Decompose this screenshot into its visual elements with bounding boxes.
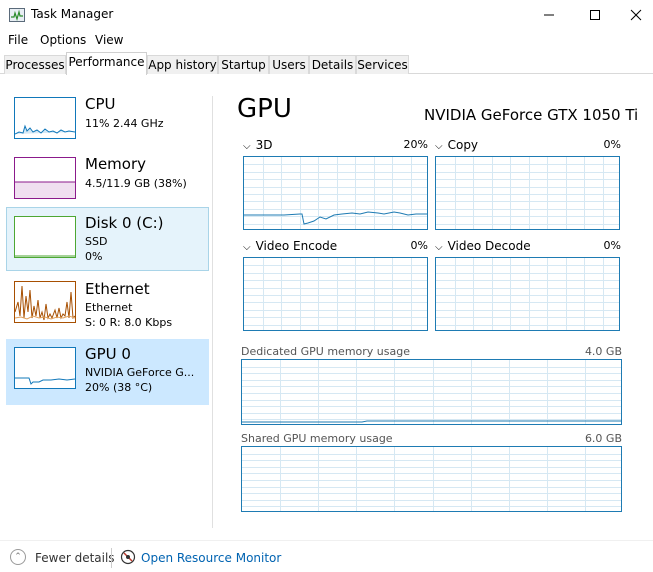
ethernet-mini-graph bbox=[14, 285, 76, 321]
graph-video-decode bbox=[435, 257, 620, 331]
tab-performance[interactable]: Performance bbox=[66, 52, 147, 75]
graph-video-decode-grid bbox=[436, 258, 619, 330]
menu-file[interactable]: File bbox=[8, 33, 28, 47]
sidebar-item-detail: 20% (38 °C) bbox=[85, 381, 153, 394]
engine-percent: 0% bbox=[603, 239, 621, 252]
engine-selector-3d[interactable]: ⌵ 3D bbox=[243, 138, 272, 152]
graph-3d-grid bbox=[244, 157, 427, 229]
engine-selector-copy[interactable]: ⌵ Copy bbox=[435, 138, 478, 152]
chevron-down-icon: ⌵ bbox=[435, 242, 443, 253]
engine-percent: 20% bbox=[403, 138, 428, 151]
minimize-button[interactable] bbox=[526, 0, 572, 30]
graph-shared-memory-grid bbox=[242, 447, 621, 511]
sidebar-item-detail: 4.5/11.9 GB (38%) bbox=[85, 177, 187, 190]
memory-thumbnail bbox=[14, 157, 76, 199]
resource-sidebar: CPU 11% 2.44 GHz Memory 4.5/11.9 GB (38%… bbox=[0, 88, 212, 528]
footer-separator bbox=[111, 548, 112, 568]
memory-usage-line bbox=[242, 420, 621, 423]
graph-3d bbox=[243, 156, 428, 230]
graph-copy bbox=[435, 156, 620, 230]
sidebar-item-detail: Ethernet bbox=[85, 301, 133, 314]
sidebar-item-title: Disk 0 (C:) bbox=[85, 214, 164, 232]
maximize-button[interactable] bbox=[572, 0, 618, 30]
gpu-mini-graph bbox=[15, 377, 76, 385]
sidebar-item-detail: S: 0 R: 8.0 Kbps bbox=[85, 316, 173, 329]
menu-bar: File Options View bbox=[0, 30, 653, 50]
menu-view[interactable]: View bbox=[95, 33, 123, 47]
shared-memory-capacity: 6.0 GB bbox=[584, 432, 622, 445]
disk-thumbnail bbox=[14, 216, 76, 258]
utilization-line bbox=[244, 211, 427, 225]
engine-label: 3D bbox=[255, 138, 273, 152]
dedicated-memory-capacity: 4.0 GB bbox=[584, 345, 622, 358]
chevron-down-icon: ⌵ bbox=[243, 141, 251, 152]
gpu-device-name: NVIDIA GeForce GTX 1050 Ti bbox=[424, 106, 639, 124]
sidebar-item-disk[interactable]: Disk 0 (C:) SSD 0% bbox=[6, 207, 209, 271]
resource-monitor-icon[interactable] bbox=[120, 549, 136, 565]
tab-app-history[interactable]: App history bbox=[147, 55, 218, 74]
tab-details[interactable]: Details bbox=[309, 55, 356, 74]
minimize-icon bbox=[544, 14, 554, 16]
sidebar-item-cpu[interactable]: CPU 11% 2.44 GHz bbox=[6, 91, 209, 155]
sidebar-item-title: Ethernet bbox=[85, 280, 150, 298]
gpu-thumbnail bbox=[14, 347, 76, 389]
engine-percent: 0% bbox=[603, 138, 621, 151]
open-resource-monitor-link[interactable]: Open Resource Monitor bbox=[141, 551, 281, 565]
tab-users[interactable]: Users bbox=[269, 55, 309, 74]
panel-divider[interactable] bbox=[212, 96, 213, 528]
fewer-details-link[interactable]: Fewer details bbox=[35, 551, 115, 565]
engine-selector-video-decode[interactable]: ⌵ Video Decode bbox=[435, 239, 531, 253]
footer-bar: ⌃ Fewer details Open Resource Monitor bbox=[0, 540, 653, 572]
sidebar-item-title: Memory bbox=[85, 155, 147, 173]
cpu-mini-graph bbox=[14, 124, 76, 135]
graph-shared-memory bbox=[241, 446, 622, 512]
graph-dedicated-memory bbox=[241, 359, 622, 425]
sidebar-item-memory[interactable]: Memory 4.5/11.9 GB (38%) bbox=[6, 151, 209, 215]
task-manager-icon bbox=[9, 8, 25, 22]
graph-dedicated-memory-grid bbox=[242, 360, 621, 424]
engine-percent: 0% bbox=[410, 239, 428, 252]
disk-mini-graph bbox=[15, 255, 75, 257]
graph-video-encode-grid bbox=[244, 258, 427, 330]
sidebar-item-title: GPU 0 bbox=[85, 345, 131, 363]
window-title: Task Manager bbox=[31, 7, 114, 21]
sidebar-item-title: CPU bbox=[85, 95, 116, 113]
menu-options[interactable]: Options bbox=[40, 33, 86, 47]
cpu-thumbnail bbox=[14, 97, 76, 139]
chevron-down-icon: ⌵ bbox=[243, 242, 251, 253]
tab-processes[interactable]: Processes bbox=[4, 55, 66, 74]
chevron-up-icon[interactable]: ⌃ bbox=[10, 549, 26, 565]
maximize-icon bbox=[590, 10, 600, 20]
ethernet-thumbnail bbox=[14, 281, 76, 323]
tab-bar: Processes Performance App history Startu… bbox=[0, 52, 653, 75]
close-icon bbox=[630, 9, 641, 21]
engine-label: Video Decode bbox=[447, 239, 531, 253]
page-title: GPU bbox=[237, 94, 292, 124]
sidebar-item-ethernet[interactable]: Ethernet Ethernet S: 0 R: 8.0 Kbps bbox=[6, 274, 209, 338]
graph-video-encode bbox=[243, 257, 428, 331]
engine-label: Copy bbox=[447, 138, 479, 152]
engine-selector-video-encode[interactable]: ⌵ Video Encode bbox=[243, 239, 337, 253]
tab-startup[interactable]: Startup bbox=[218, 55, 269, 74]
close-button[interactable] bbox=[618, 0, 653, 30]
sidebar-item-detail: SSD bbox=[85, 235, 108, 248]
sidebar-item-detail: NVIDIA GeForce G... bbox=[85, 366, 195, 379]
tab-services[interactable]: Services bbox=[356, 55, 409, 74]
sidebar-item-gpu[interactable]: GPU 0 NVIDIA GeForce G... 20% (38 °C) bbox=[6, 339, 209, 405]
chevron-down-icon: ⌵ bbox=[435, 141, 443, 152]
dedicated-memory-label: Dedicated GPU memory usage bbox=[241, 345, 410, 358]
engine-label: Video Encode bbox=[255, 239, 338, 253]
shared-memory-label: Shared GPU memory usage bbox=[241, 432, 393, 445]
graph-copy-grid bbox=[436, 157, 619, 229]
title-bar: Task Manager bbox=[0, 0, 653, 30]
sidebar-item-detail: 0% bbox=[85, 250, 103, 263]
sidebar-item-detail: 11% 2.44 GHz bbox=[85, 117, 164, 130]
memory-mini-graph bbox=[15, 181, 75, 198]
